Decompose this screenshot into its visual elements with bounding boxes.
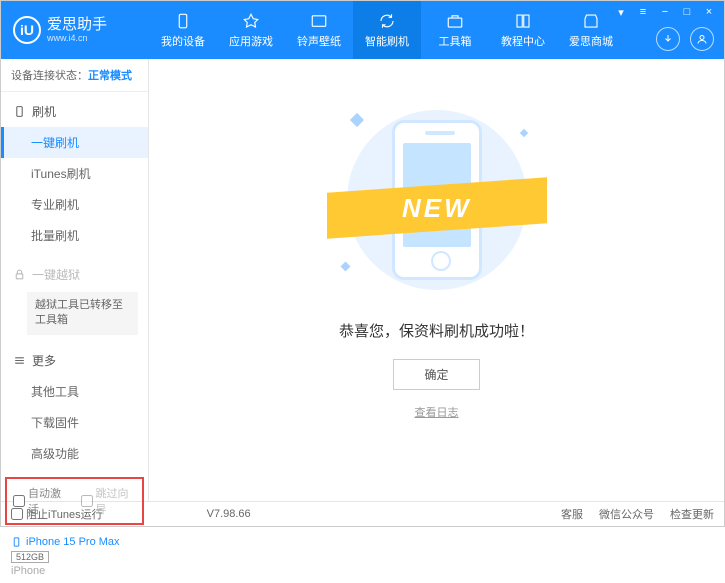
nav-flash[interactable]: 智能刷机 bbox=[353, 1, 421, 59]
sidebar-item-advanced[interactable]: 高级功能 bbox=[1, 438, 148, 469]
main-nav: 我的设备 应用游戏 铃声壁纸 智能刷机 工具箱 教程中心 爱思商城 bbox=[149, 1, 625, 59]
nav-my-device[interactable]: 我的设备 bbox=[149, 1, 217, 59]
sidebar-item-onekey-flash[interactable]: 一键刷机 bbox=[1, 127, 148, 158]
main-content: NEW 恭喜您，保资料刷机成功啦！ 确定 查看日志 bbox=[149, 59, 724, 501]
device-type: iPhone bbox=[11, 565, 138, 577]
status-value: 正常模式 bbox=[88, 70, 132, 82]
section-more[interactable]: 更多 bbox=[1, 345, 148, 376]
image-icon bbox=[309, 12, 329, 30]
section-jailbreak: 一键越狱 bbox=[1, 259, 148, 290]
maximize-button[interactable]: □ bbox=[680, 5, 694, 19]
device-name[interactable]: iPhone 15 Pro Max bbox=[11, 535, 138, 549]
device-storage: 512GB bbox=[11, 551, 49, 563]
nav-tutorials[interactable]: 教程中心 bbox=[489, 1, 557, 59]
user-controls bbox=[656, 27, 714, 51]
user-button[interactable] bbox=[690, 27, 714, 51]
logo-icon: iU bbox=[13, 16, 41, 44]
app-url: www.i4.cn bbox=[47, 33, 107, 43]
footer-wechat[interactable]: 微信公众号 bbox=[599, 506, 654, 522]
sidebar-item-batch-flash[interactable]: 批量刷机 bbox=[1, 220, 148, 251]
logo: iU 爱思助手 www.i4.cn bbox=[1, 16, 149, 44]
footer-support[interactable]: 客服 bbox=[561, 506, 583, 522]
ok-button[interactable]: 确定 bbox=[393, 359, 479, 390]
footer-update[interactable]: 检查更新 bbox=[670, 506, 714, 522]
section-flash[interactable]: 刷机 bbox=[1, 96, 148, 127]
book-icon bbox=[513, 12, 533, 30]
apps-icon bbox=[241, 12, 261, 30]
refresh-icon bbox=[377, 12, 397, 30]
phone-icon bbox=[11, 535, 22, 549]
app-title: 爱思助手 bbox=[47, 17, 107, 34]
window-controls: ▾ ≡ − □ × bbox=[614, 5, 716, 19]
store-icon bbox=[581, 12, 601, 30]
sidebar-item-other-tools[interactable]: 其他工具 bbox=[1, 376, 148, 407]
cart-icon[interactable]: ▾ bbox=[614, 5, 628, 19]
menu-icon bbox=[13, 354, 26, 367]
device-info: iPhone 15 Pro Max 512GB iPhone bbox=[1, 529, 148, 583]
lock-icon bbox=[13, 268, 26, 281]
sidebar-jailbreak-notice[interactable]: 越狱工具已转移至工具箱 bbox=[27, 292, 138, 335]
app-header: iU 爱思助手 www.i4.cn 我的设备 应用游戏 铃声壁纸 智能刷机 工具… bbox=[1, 1, 724, 59]
toolbox-icon bbox=[445, 12, 465, 30]
sidebar-item-pro-flash[interactable]: 专业刷机 bbox=[1, 189, 148, 220]
sidebar-item-itunes-flash[interactable]: iTunes刷机 bbox=[1, 158, 148, 189]
phone-icon bbox=[173, 12, 193, 30]
menu-icon[interactable]: ≡ bbox=[636, 5, 650, 19]
checkbox-skip-guide[interactable]: 跳过向导 bbox=[81, 485, 137, 517]
phone-icon bbox=[13, 105, 26, 118]
download-button[interactable] bbox=[656, 27, 680, 51]
minimize-button[interactable]: − bbox=[658, 5, 672, 19]
nav-toolbox[interactable]: 工具箱 bbox=[421, 1, 489, 59]
success-illustration: NEW bbox=[337, 100, 537, 300]
connection-status: 设备连接状态：正常模式 bbox=[1, 59, 148, 92]
success-message: 恭喜您，保资料刷机成功啦！ bbox=[339, 320, 534, 341]
nav-ringtones[interactable]: 铃声壁纸 bbox=[285, 1, 353, 59]
sidebar-item-download-firmware[interactable]: 下载固件 bbox=[1, 407, 148, 438]
view-log-link[interactable]: 查看日志 bbox=[415, 404, 459, 420]
version-label: V7.98.66 bbox=[207, 508, 251, 520]
nav-apps[interactable]: 应用游戏 bbox=[217, 1, 285, 59]
close-button[interactable]: × bbox=[702, 5, 716, 19]
sidebar: 设备连接状态：正常模式 刷机 一键刷机 iTunes刷机 专业刷机 批量刷机 一… bbox=[1, 59, 149, 501]
